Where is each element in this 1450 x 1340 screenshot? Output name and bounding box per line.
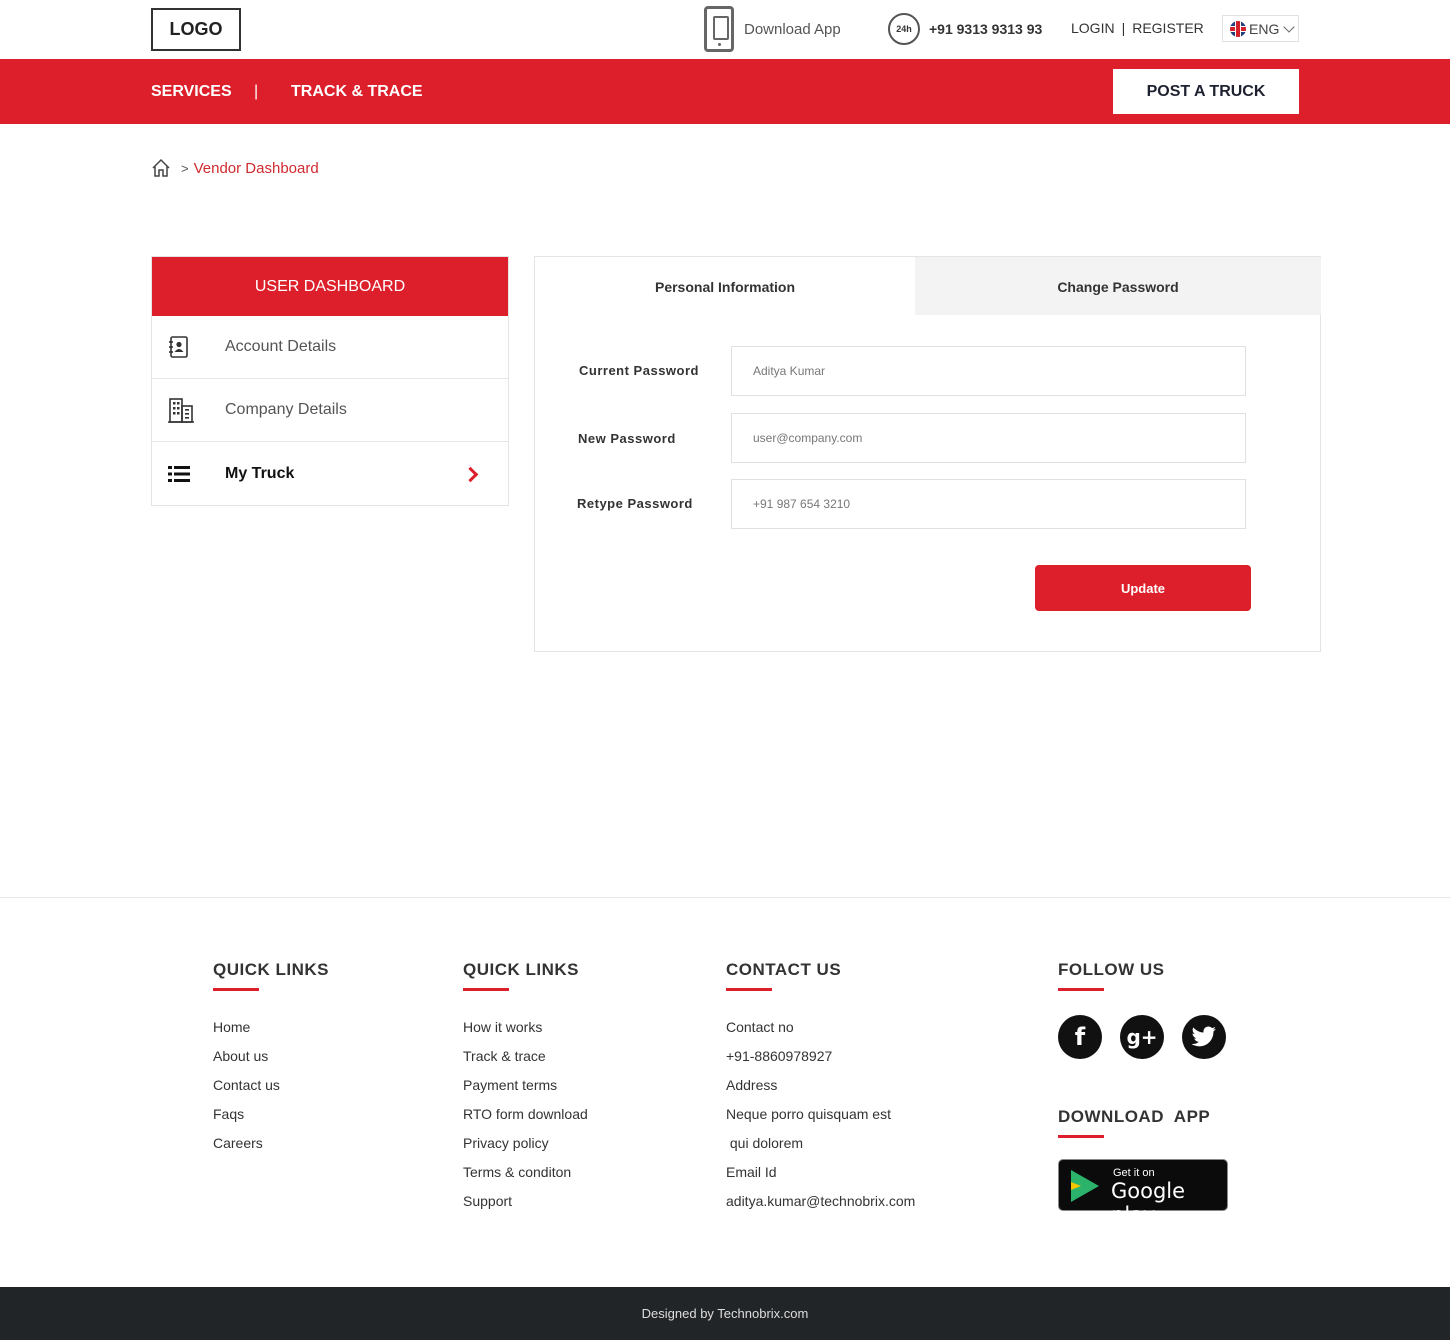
twitter-icon[interactable] bbox=[1182, 1015, 1226, 1059]
heading-underline bbox=[1058, 1135, 1104, 1138]
main-nav: SERVICES | TRACK & TRACE POST A TRUCK bbox=[0, 59, 1450, 124]
support-24h-icon: 24h bbox=[888, 13, 920, 45]
heading-underline bbox=[1058, 988, 1104, 991]
nav-separator: | bbox=[254, 83, 259, 100]
tab-personal-information[interactable]: Personal Information bbox=[535, 257, 915, 315]
sidebar-item-label: Account Details bbox=[225, 338, 337, 355]
nav-track-trace[interactable]: TRACK & TRACE bbox=[291, 83, 423, 101]
heading-underline bbox=[726, 988, 772, 991]
download-app-heading: DOWNLOAD APP bbox=[1058, 1107, 1211, 1126]
google-plus-icon[interactable]: g+ bbox=[1120, 1015, 1164, 1059]
sidebar-item-company-details[interactable]: Company Details bbox=[152, 379, 508, 442]
sidebar-item-my-truck[interactable]: My Truck bbox=[152, 442, 508, 506]
footer-heading: QUICK LINKS bbox=[463, 960, 579, 979]
social-links: f g+ bbox=[1058, 1015, 1228, 1059]
footer-link-home[interactable]: Home bbox=[213, 1017, 329, 1046]
footer-link-rto-form[interactable]: RTO form download bbox=[463, 1104, 588, 1133]
auth-links: LOGIN | REGISTER bbox=[1071, 20, 1204, 36]
sidebar-title: USER DASHBOARD bbox=[152, 257, 508, 316]
contact-email[interactable]: aditya.kumar@technobrix.com bbox=[726, 1191, 915, 1220]
register-link[interactable]: REGISTER bbox=[1132, 20, 1204, 36]
chevron-down-icon bbox=[1283, 20, 1296, 33]
heading-underline bbox=[463, 988, 509, 991]
footer-link-faqs[interactable]: Faqs bbox=[213, 1104, 329, 1133]
language-select[interactable]: ENG bbox=[1222, 15, 1299, 42]
heading-underline bbox=[213, 988, 259, 991]
footer-link-privacy[interactable]: Privacy policy bbox=[463, 1133, 588, 1162]
post-truck-button[interactable]: POST A TRUCK bbox=[1113, 69, 1299, 114]
footer-link-about[interactable]: About us bbox=[213, 1046, 329, 1075]
sidebar-item-label: My Truck bbox=[225, 465, 295, 482]
retype-password-input[interactable] bbox=[731, 479, 1246, 529]
google-play-icon bbox=[1071, 1170, 1099, 1202]
breadcrumb-current: Vendor Dashboard bbox=[193, 159, 319, 177]
facebook-icon[interactable]: f bbox=[1058, 1015, 1102, 1059]
current-password-label: Current Password bbox=[579, 363, 699, 378]
breadcrumb-separator: > bbox=[181, 160, 189, 176]
nav-services[interactable]: SERVICES bbox=[151, 83, 232, 101]
address-line-1: Neque porro quisquam est bbox=[726, 1106, 891, 1122]
language-value: ENG bbox=[1249, 20, 1280, 37]
footer-quick-links-2: QUICK LINKS How it works Track & trace P… bbox=[463, 960, 588, 1220]
uk-flag-icon bbox=[1230, 20, 1246, 37]
building-icon bbox=[168, 398, 194, 423]
footer-link-track-trace[interactable]: Track & trace bbox=[463, 1046, 588, 1075]
footer-link-terms[interactable]: Terms & conditon bbox=[463, 1162, 588, 1191]
footer-link-how-it-works[interactable]: How it works bbox=[463, 1017, 588, 1046]
address-label: Address bbox=[726, 1077, 778, 1093]
breadcrumb: > Vendor Dashboard bbox=[151, 158, 319, 178]
address-line-2: qui dolorem bbox=[726, 1135, 804, 1151]
login-link[interactable]: LOGIN bbox=[1071, 20, 1115, 36]
copyright-bar: Designed by Technobrix.com bbox=[0, 1287, 1450, 1340]
footer-link-payment-terms[interactable]: Payment terms bbox=[463, 1075, 588, 1104]
account-panel: Personal Information Change Password Cur… bbox=[534, 256, 1321, 652]
new-password-input[interactable] bbox=[731, 413, 1246, 463]
logo[interactable]: LOGO bbox=[151, 8, 241, 51]
user-dashboard-sidebar: USER DASHBOARD Account Details Company D… bbox=[151, 256, 509, 506]
footer-link-support[interactable]: Support bbox=[463, 1191, 588, 1220]
contact-book-icon bbox=[169, 336, 188, 358]
get-it-on-label: Get it on bbox=[1113, 1167, 1155, 1179]
contact-phone[interactable]: +91-8860978927 bbox=[726, 1046, 915, 1075]
footer-link-careers[interactable]: Careers bbox=[213, 1133, 329, 1162]
list-icon bbox=[168, 466, 190, 482]
sidebar-item-label: Company Details bbox=[225, 401, 347, 418]
footer: QUICK LINKS Home About us Contact us Faq… bbox=[0, 897, 1450, 1287]
home-icon[interactable] bbox=[151, 158, 171, 178]
footer-heading: QUICK LINKS bbox=[213, 960, 329, 979]
support-phone-number: +91 9313 9313 93 bbox=[929, 21, 1043, 37]
footer-link-contact[interactable]: Contact us bbox=[213, 1075, 329, 1104]
google-play-label: Google play bbox=[1111, 1179, 1186, 1227]
contact-no-label: Contact no bbox=[726, 1019, 794, 1035]
update-button[interactable]: Update bbox=[1035, 565, 1251, 611]
footer-heading: CONTACT US bbox=[726, 960, 842, 979]
new-password-label: New Password bbox=[578, 431, 676, 446]
download-app-link[interactable]: Download App bbox=[704, 6, 841, 52]
footer-contact-us: CONTACT US Contact no +91-8860978927 Add… bbox=[726, 960, 915, 1220]
tab-change-password[interactable]: Change Password bbox=[915, 257, 1321, 315]
support-phone[interactable]: 24h +91 9313 9313 93 bbox=[888, 12, 1042, 46]
email-label: Email Id bbox=[726, 1164, 777, 1180]
footer-quick-links-1: QUICK LINKS Home About us Contact us Faq… bbox=[213, 960, 329, 1162]
mobile-phone-icon bbox=[704, 6, 734, 52]
google-play-badge[interactable]: Get it on Google play bbox=[1058, 1159, 1228, 1227]
auth-separator: | bbox=[1121, 20, 1126, 36]
footer-follow-us: FOLLOW US f g+ DOWNLOAD APP Get it on Go… bbox=[1058, 960, 1228, 1227]
footer-heading: FOLLOW US bbox=[1058, 960, 1165, 979]
current-password-input[interactable] bbox=[731, 346, 1246, 396]
chevron-right-icon bbox=[462, 466, 479, 482]
retype-password-label: Retype Password bbox=[577, 496, 693, 511]
twitter-bird-icon bbox=[1191, 1026, 1216, 1047]
sidebar-item-account-details[interactable]: Account Details bbox=[152, 316, 508, 379]
download-app-label: Download App bbox=[744, 20, 841, 38]
top-bar: LOGO Download App 24h +91 9313 9313 93 L… bbox=[0, 0, 1450, 59]
